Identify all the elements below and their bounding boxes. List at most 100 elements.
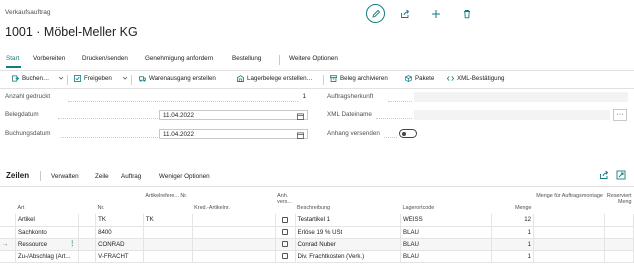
posting-date-label: Buchungsdatum <box>5 130 51 137</box>
tab-start[interactable]: Start <box>6 55 19 62</box>
cell-assemble-to-order-qty[interactable] <box>533 238 606 251</box>
column-header-item-reference[interactable]: Artikelrefere... Nr. <box>143 193 192 214</box>
column-header-send-attachment[interactable]: Anh. vers... <box>275 193 295 214</box>
column-header-vendor-item-no[interactable]: Kred.-Artikelnr. <box>192 193 275 214</box>
share-icon[interactable] <box>396 5 414 23</box>
cell-location-code[interactable]: BLAU <box>400 238 493 251</box>
release-dropdown-chevron-icon[interactable] <box>122 75 128 81</box>
lines-action-line[interactable]: Zeile <box>95 173 109 180</box>
cell-quantity[interactable]: 12 <box>491 214 535 227</box>
cell-location-code[interactable]: WEISS <box>400 214 493 227</box>
checkbox[interactable] <box>282 240 289 247</box>
cell-vendor-item-no[interactable] <box>192 226 276 239</box>
release-button[interactable]: Freigeben <box>74 75 112 82</box>
lines-action-fewer-options[interactable]: Weniger Optionen <box>159 173 210 180</box>
cell-description[interactable]: Erlöse 19 % USt <box>295 226 402 239</box>
post-dropdown-chevron-icon[interactable] <box>58 75 64 81</box>
cell-send-attachment[interactable] <box>275 226 296 239</box>
checkbox[interactable] <box>282 228 289 235</box>
column-header-location-code[interactable]: Lagerortcode <box>401 193 492 214</box>
posting-date-value: 11.04.2022 <box>163 131 195 138</box>
delete-icon[interactable] <box>458 5 476 23</box>
cell-quantity[interactable]: 1 <box>491 250 535 263</box>
cell-send-attachment[interactable] <box>275 214 296 227</box>
checkbox[interactable] <box>282 252 289 259</box>
cell-quantity[interactable]: 1 <box>491 226 535 239</box>
cell-nr[interactable]: TK <box>95 214 144 227</box>
cell-reserved-qty[interactable] <box>604 226 634 239</box>
add-icon[interactable] <box>427 5 445 23</box>
column-header-description[interactable]: Beschreibung <box>295 193 400 214</box>
cell-assemble-to-order-qty[interactable] <box>533 214 606 227</box>
cell-art[interactable]: Ressource ⋮ <box>15 238 80 251</box>
cell-description[interactable]: Conrad Nuber <box>295 238 402 251</box>
table-row-selected[interactable]: → Ressource ⋮ CONRAD Conrad Nuber BLAU 1 <box>0 238 634 251</box>
column-header-art[interactable]: Art <box>15 193 78 214</box>
cell-quantity[interactable]: 1 <box>491 238 535 251</box>
posting-date-input[interactable]: 11.04.2022 <box>159 129 308 139</box>
action-tabs: Start Vorbereiten Drucken/senden Genehmi… <box>0 55 634 67</box>
cell-vendor-item-no[interactable] <box>192 238 276 251</box>
cell-item-reference[interactable] <box>143 238 193 251</box>
xml-filename-label: XML Dateiname <box>327 111 372 118</box>
archive-document-button[interactable]: Beleg archivieren <box>330 75 388 82</box>
edit-icon[interactable] <box>366 4 385 23</box>
cell-art[interactable]: Sachkonto <box>15 226 80 239</box>
packages-button[interactable]: Pakete <box>405 75 434 82</box>
tab-bestellung[interactable]: Bestellung <box>232 55 261 62</box>
column-header-reserved-qty[interactable]: Reserviert Meng <box>605 193 634 214</box>
post-button[interactable]: Buchen… <box>12 75 49 82</box>
checkbox[interactable] <box>282 216 289 223</box>
cell-reserved-qty[interactable] <box>604 214 634 227</box>
cell-location-code[interactable]: BLAU <box>400 226 493 239</box>
cell-reserved-qty[interactable] <box>604 250 634 263</box>
table-row[interactable]: Sachkonto 8400 Erlöse 19 % USt BLAU 1 <box>0 226 634 239</box>
cell-send-attachment[interactable] <box>275 238 296 251</box>
cell-description[interactable]: Testartikel 1 <box>295 214 402 227</box>
column-header-nr[interactable]: Nr. <box>96 193 144 214</box>
tab-weitere-optionen[interactable]: Weitere Optionen <box>289 55 338 62</box>
xml-confirmation-label: XML-Bestätigung <box>457 75 505 82</box>
send-attachment-toggle[interactable] <box>399 129 417 138</box>
table-row[interactable]: Zu-/Abschlag (Art... V-FRACHT Div. Frach… <box>0 250 634 263</box>
cell-spacer <box>78 214 97 227</box>
cell-vendor-item-no[interactable] <box>192 250 276 263</box>
cell-vendor-item-no[interactable] <box>192 214 276 227</box>
xml-confirmation-button[interactable]: XML-Bestätigung <box>447 75 504 82</box>
cell-nr[interactable]: V-FRACHT <box>95 250 144 263</box>
cell-art[interactable]: Artikel <box>15 214 80 227</box>
expand-icon[interactable] <box>616 170 626 182</box>
cell-nr[interactable]: 8400 <box>95 226 144 239</box>
create-shipment-button[interactable]: Warenausgang erstellen <box>139 75 216 82</box>
calendar-icon[interactable] <box>297 113 304 120</box>
cell-description[interactable]: Div. Frachtkosten (Verk.) <box>295 250 402 263</box>
table-row[interactable]: Artikel TK TK Testartikel 1 WEISS 12 <box>0 214 634 227</box>
lines-action-order[interactable]: Auftrag <box>121 173 141 180</box>
tab-vorbereiten[interactable]: Vorbereiten <box>33 55 65 62</box>
more-options-icon[interactable]: ··· <box>613 109 627 121</box>
warehouse-icon <box>237 75 244 82</box>
lines-action-manage[interactable]: Verwalten <box>51 173 79 180</box>
cell-item-reference[interactable] <box>143 226 193 239</box>
calendar-icon[interactable] <box>297 132 304 139</box>
cell-reserved-qty[interactable] <box>604 238 634 251</box>
cell-item-reference[interactable]: TK <box>143 214 193 227</box>
cell-send-attachment[interactable] <box>275 250 296 263</box>
create-warehouse-docs-button[interactable]: Lagerbelege erstellen… <box>237 75 313 82</box>
column-header-quantity[interactable]: Menge <box>492 193 534 214</box>
cell-item-reference[interactable] <box>143 250 193 263</box>
share-lines-icon[interactable] <box>599 170 609 182</box>
tab-drucken-senden[interactable]: Drucken/senden <box>82 55 128 62</box>
cell-assemble-to-order-qty[interactable] <box>533 250 606 263</box>
document-date-input[interactable]: 11.04.2022 <box>159 110 308 120</box>
column-header-assemble-to-order-qty[interactable]: Menge für Auftragsmontage <box>534 193 605 214</box>
row-marker <box>0 214 17 227</box>
document-date-label: Belegdatum <box>5 111 39 118</box>
printed-count-value: 1 <box>302 93 306 100</box>
tab-genehmigung-anfordern[interactable]: Genehmigung anfordern <box>145 55 213 62</box>
cell-assemble-to-order-qty[interactable] <box>533 226 606 239</box>
cell-art[interactable]: Zu-/Abschlag (Art... <box>15 250 80 263</box>
cell-location-code[interactable]: BLAU <box>400 250 493 263</box>
cell-nr[interactable]: CONRAD <box>95 238 144 251</box>
row-actions-icon[interactable]: ⋮ <box>69 240 75 247</box>
